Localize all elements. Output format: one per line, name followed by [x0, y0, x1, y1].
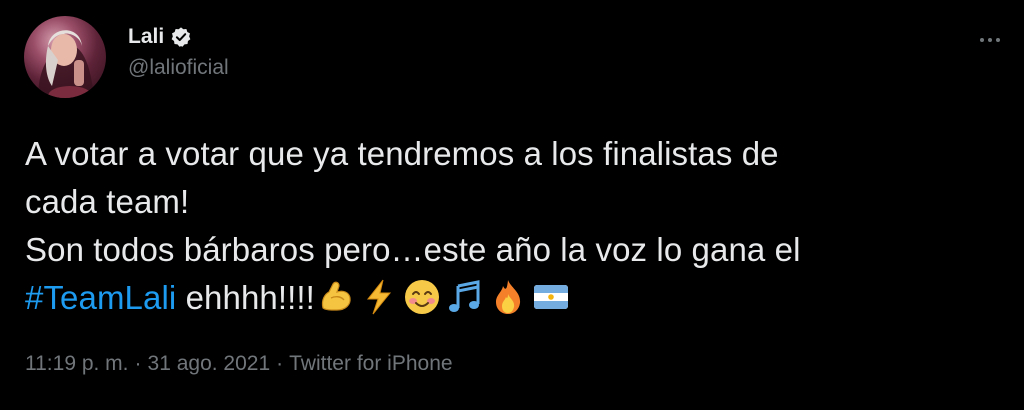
meta-separator: · [134, 352, 142, 375]
smiling-face-blushing-icon [403, 278, 441, 316]
more-options-icon[interactable] [974, 30, 1006, 50]
tweet-line-3: Son todos bárbaros pero…este año la voz … [25, 231, 801, 268]
display-name[interactable]: Lali [128, 25, 164, 49]
tweet-line-1: A votar a votar que ya tendremos a los f… [25, 135, 779, 172]
tweet-line-4-text: ehhhh!!!! [176, 279, 315, 316]
more-dot [980, 38, 984, 42]
fire-icon [489, 278, 527, 316]
tweet-source[interactable]: Twitter for iPhone [289, 352, 452, 375]
tweet-card: Lali @lalioficial A votar a votar que ya… [0, 0, 1024, 410]
avatar[interactable] [24, 16, 106, 98]
tweet-line-2: cada team! [25, 183, 190, 220]
tweet-metadata: 11:19 p. m. · 31 ago. 2021 · Twitter for iPh… [25, 352, 453, 376]
author-info: Lali @lalioficial [128, 22, 229, 80]
musical-notes-icon [446, 278, 484, 316]
name-row: Lali [128, 22, 229, 52]
verified-badge-icon [170, 26, 192, 48]
hashtag-link[interactable]: #TeamLali [25, 279, 176, 316]
meta-separator: · [276, 352, 284, 375]
tweet-date[interactable]: 31 ago. 2021 [148, 352, 271, 375]
flexed-biceps-icon [317, 278, 355, 316]
tweet-text: A votar a votar que ya tendremos a los f… [25, 130, 1005, 322]
flag-argentina-icon [532, 278, 570, 316]
more-dot [988, 38, 992, 42]
high-voltage-icon [360, 278, 398, 316]
handle[interactable]: @lalioficial [128, 56, 229, 80]
avatar-photo [38, 30, 94, 98]
more-dot [996, 38, 1000, 42]
tweet-line-4: #TeamLali ehhhh!!!! [25, 274, 1005, 322]
tweet-time[interactable]: 11:19 p. m. [25, 352, 129, 375]
